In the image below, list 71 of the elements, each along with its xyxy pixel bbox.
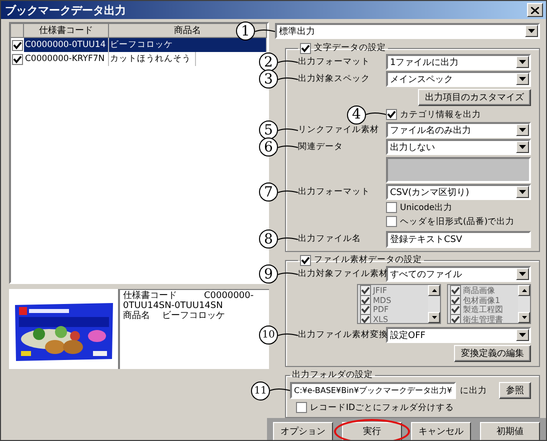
dropdown[interactable]: 設定OFF <box>386 327 531 343</box>
checkbox[interactable] <box>12 40 23 50</box>
field-label: リンクファイル素材 <box>298 124 379 136</box>
folder-path-field[interactable]: C:¥e-BASE¥Bin¥ブックマークデータ出力¥ <box>290 382 456 399</box>
dialog-button[interactable]: 実行 <box>342 422 402 440</box>
leader-line <box>255 28 275 34</box>
callout-number: 9 <box>259 264 278 284</box>
leader-line <box>278 271 298 277</box>
leader-line <box>278 189 298 195</box>
group-title: ファイル素材データの設定 <box>314 254 422 266</box>
callout-number: 11 <box>251 381 270 400</box>
checkbox[interactable] <box>386 109 397 120</box>
checkbox[interactable] <box>300 42 311 54</box>
field-label: 出力対象スペック <box>298 73 370 85</box>
window-title: ブックマークデータ出力 <box>5 2 126 18</box>
table-cell[interactable]: C0000000-KRYF7N <box>24 52 109 66</box>
field-label: 出力ファイル名 <box>298 233 361 245</box>
field-label: に出力 <box>460 384 487 396</box>
action-button[interactable]: 変換定義の編集 <box>454 345 531 362</box>
leader-line <box>278 236 298 242</box>
dialog-button[interactable]: オプション <box>273 422 333 440</box>
field-label: 出力ファイル素材変換 <box>298 329 388 341</box>
dropdown[interactable]: 1ファイルに出力 <box>386 54 531 70</box>
table-cell[interactable]: C0000000-0TUU14 <box>24 38 109 52</box>
callout-number: 4 <box>347 105 366 124</box>
dropdown[interactable]: CSV(カンマ区切り) <box>386 184 531 200</box>
field-label: 出力フォーマット <box>298 56 370 68</box>
dropdown[interactable]: メインスペック <box>386 71 531 87</box>
dialog-button[interactable]: 初期値 <box>480 422 540 440</box>
group-title: 出力フォルダの設定 <box>292 369 373 381</box>
info-text: 0TUU14SN-0TUU14SN <box>123 301 223 311</box>
checkbox-label: ヘッダを旧形式(品番)で出力 <box>400 216 515 228</box>
callout-number: 8 <box>259 230 278 248</box>
leader-line <box>278 127 298 133</box>
leader-line <box>270 388 290 394</box>
checkbox-column-header[interactable] <box>11 24 24 38</box>
checkbox[interactable] <box>12 54 23 64</box>
leader-line <box>278 332 298 338</box>
dropdown[interactable]: 標準出力 <box>275 23 540 39</box>
checkbox-label: Unicode出力 <box>400 202 452 214</box>
checkbox[interactable] <box>386 202 397 213</box>
text-field[interactable]: 登録テキストCSV <box>386 230 531 248</box>
browse-button[interactable]: 参照 <box>499 382 531 399</box>
callout-number: 7 <box>259 182 278 202</box>
column-header[interactable]: 仕様書コード <box>24 24 109 38</box>
callout-number: 3 <box>259 70 278 88</box>
close-icon[interactable] <box>527 3 543 17</box>
checkbox[interactable] <box>300 254 311 266</box>
field-label: 関連データ <box>298 141 343 153</box>
group-title: 文字データの設定 <box>314 42 386 54</box>
info-text: 仕様書コード C0000000- <box>123 291 254 301</box>
leader-line <box>278 59 298 65</box>
field-label: 出力対象ファイル素材 <box>298 268 388 280</box>
info-text: 商品名 ビーフコロッケ <box>123 311 225 321</box>
dropdown[interactable]: ファイル名のみ出力 <box>386 122 531 138</box>
table-cell[interactable]: カットほうれんそう <box>109 52 196 66</box>
callout-number: 10 <box>259 326 278 344</box>
dropdown[interactable]: 出力しない <box>386 139 531 155</box>
checkbox-label: レコードIDごとにフォルダ分けする <box>310 402 454 414</box>
callout-number: 6 <box>259 138 278 156</box>
leader-line <box>278 76 298 82</box>
checkbox[interactable] <box>296 402 307 413</box>
checkbox-label: カテゴリ情報を出力 <box>400 108 481 120</box>
dropdown[interactable]: すべてのファイル <box>386 266 531 282</box>
dialog-button[interactable]: キャンセル <box>411 422 471 440</box>
field-label: 出力フォーマット <box>298 186 370 198</box>
leader-line <box>278 144 298 150</box>
action-button[interactable]: 出力項目のカスタマイズ <box>418 89 531 106</box>
table-cell[interactable]: ビーフコロッケ <box>109 38 267 52</box>
checkbox[interactable] <box>386 216 397 227</box>
leader-line <box>366 112 386 118</box>
